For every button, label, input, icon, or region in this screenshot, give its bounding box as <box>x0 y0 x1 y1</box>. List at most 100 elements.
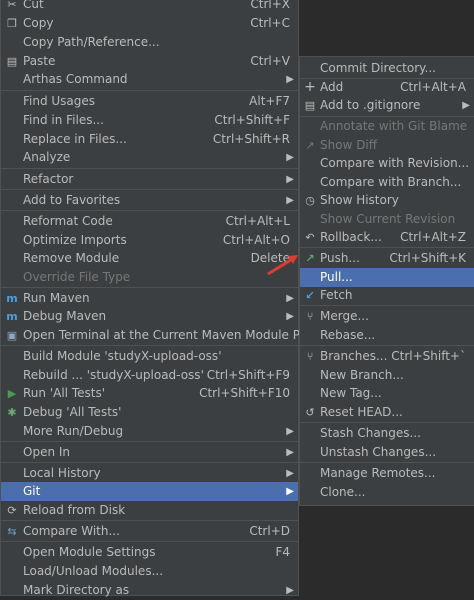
git-item-new-branch[interactable]: New Branch... <box>300 366 474 385</box>
menu-label: Show Diff <box>320 138 378 152</box>
shortcut: Ctrl+Alt+O <box>222 233 290 247</box>
menu-item-paste[interactable]: ▤ Paste Ctrl+V <box>1 52 298 71</box>
menu-item-find-in-files[interactable]: Find in Files... Ctrl+Shift+F <box>1 111 298 130</box>
menu-item-cut[interactable]: ✂ Cut Ctrl+X <box>1 0 298 14</box>
separator <box>1 168 298 169</box>
menu-item-reformat-code[interactable]: Reformat Code Ctrl+Alt+L <box>1 212 298 231</box>
menu-item-copy-path[interactable]: Copy Path/Reference... <box>1 33 298 52</box>
menu-item-load-unload-modules[interactable]: Load/Unload Modules... <box>1 562 298 581</box>
menu-item-remove-module[interactable]: Remove Module Delete <box>1 249 298 268</box>
menu-item-open-module-settings[interactable]: Open Module Settings F4 <box>1 543 298 562</box>
shortcut: F4 <box>275 545 290 559</box>
menu-label: Copy <box>23 16 54 30</box>
menu-label: Paste <box>23 54 56 68</box>
menu-label: Run Maven <box>23 291 90 305</box>
git-submenu: Commit Directory... + Add Ctrl+Alt+A ▤ A… <box>299 56 474 506</box>
git-item-show-history[interactable]: ◷ Show History <box>300 191 474 210</box>
git-item-fetch[interactable]: ↙ Fetch <box>300 286 474 305</box>
submenu-arrow-icon: ▶ <box>286 585 294 596</box>
menu-item-refactor[interactable]: Refactor ▶ <box>1 170 298 189</box>
menu-item-open-terminal-maven[interactable]: ▣ Open Terminal at the Current Maven Mod… <box>1 326 319 345</box>
separator <box>300 305 474 306</box>
menu-label: Pull... <box>320 270 353 284</box>
project-context-menu: ✂ Cut Ctrl+X ❐ Copy Ctrl+C Copy Path/Ref… <box>0 0 319 597</box>
separator <box>300 462 474 463</box>
menu-item-compare-with[interactable]: ⇆ Compare With... Ctrl+D <box>1 522 298 541</box>
menu-item-copy[interactable]: ❐ Copy Ctrl+C <box>1 14 298 33</box>
menu-item-add-to-favorites[interactable]: Add to Favorites ▶ <box>1 191 298 210</box>
menu-item-arthas-command[interactable]: Arthas Command ▶ <box>1 70 298 89</box>
git-item-manage-remotes[interactable]: Manage Remotes... <box>300 464 474 483</box>
menu-label: Find Usages <box>23 94 96 108</box>
shortcut: Ctrl+Shift+R <box>212 132 290 146</box>
git-item-merge[interactable]: ⑂ Merge... <box>300 307 474 326</box>
git-item-commit-directory[interactable]: Commit Directory... <box>300 59 474 78</box>
git-item-branches[interactable]: ⑂ Branches... Ctrl+Shift+` <box>300 347 474 366</box>
menu-label: Find in Files... <box>23 113 104 127</box>
compare-icon: ⇆ <box>7 525 17 538</box>
push-icon: ↗ <box>305 252 315 265</box>
git-item-reset-head[interactable]: ↺ Reset HEAD... <box>300 403 474 422</box>
menu-label: Reload from Disk <box>23 503 126 517</box>
menu-item-optimize-imports[interactable]: Optimize Imports Ctrl+Alt+O <box>1 231 298 250</box>
menu-label: Git <box>23 484 41 498</box>
git-item-compare-revision[interactable]: Compare with Revision... <box>300 154 474 173</box>
git-item-add-to-gitignore[interactable]: ▤ Add to .gitignore ▶ <box>300 96 474 115</box>
separator <box>1 462 298 463</box>
separator <box>1 520 298 521</box>
menu-item-build-module[interactable]: Build Module 'studyX-upload-oss' <box>1 347 298 366</box>
submenu-arrow-icon: ▶ <box>286 174 294 185</box>
git-item-push[interactable]: ↗ Push... Ctrl+Shift+K <box>300 249 474 268</box>
git-item-unstash[interactable]: Unstash Changes... <box>300 443 474 462</box>
reset-icon: ↺ <box>305 406 315 419</box>
menu-item-more-run-debug[interactable]: More Run/Debug ▶ <box>1 422 298 441</box>
menu-label: Arthas Command <box>23 72 128 86</box>
menu-label: More Run/Debug <box>23 424 124 438</box>
menu-label: Cut <box>23 0 44 11</box>
shortcut: Ctrl+Shift+` <box>391 349 466 363</box>
menu-item-debug-maven[interactable]: m Debug Maven ▶ <box>1 307 298 326</box>
menu-item-run-all-tests[interactable]: ▶ Run 'All Tests' Ctrl+Shift+F10 <box>1 384 298 403</box>
menu-item-local-history[interactable]: Local History ▶ <box>1 464 298 483</box>
menu-item-debug-all-tests[interactable]: ✱ Debug 'All Tests' <box>1 403 298 422</box>
git-item-pull[interactable]: Pull... <box>300 268 474 287</box>
git-item-rollback[interactable]: ↶ Rollback... Ctrl+Alt+Z <box>300 228 474 247</box>
git-item-new-tag[interactable]: New Tag... <box>300 384 474 403</box>
menu-label: Show Current Revision <box>320 212 456 226</box>
menu-label: Push... <box>320 251 360 265</box>
git-item-add[interactable]: + Add Ctrl+Alt+A <box>300 78 474 97</box>
menu-item-analyze[interactable]: Analyze ▶ <box>1 148 298 167</box>
shortcut: Ctrl+C <box>250 16 290 30</box>
rollback-icon: ↶ <box>305 231 315 244</box>
separator <box>300 422 474 423</box>
menu-label: Replace in Files... <box>23 132 127 146</box>
reload-icon: ⟳ <box>7 504 17 517</box>
menu-item-git[interactable]: Git ▶ <box>1 482 298 501</box>
plus-icon: + <box>304 79 316 95</box>
menu-label: Optimize Imports <box>23 233 127 247</box>
menu-item-open-in[interactable]: Open In ▶ <box>1 443 298 462</box>
git-item-show-diff: ↗ Show Diff <box>300 136 474 155</box>
menu-item-find-usages[interactable]: Find Usages Alt+F7 <box>1 92 298 111</box>
gitignore-icon: ▤ <box>304 99 316 112</box>
menu-label: Remove Module <box>23 251 120 265</box>
git-item-compare-branch[interactable]: Compare with Branch... <box>300 173 474 192</box>
git-item-rebase[interactable]: Rebase... <box>300 326 474 345</box>
menu-label: Refactor <box>23 172 74 186</box>
submenu-arrow-icon: ▶ <box>286 468 294 479</box>
shortcut: Ctrl+V <box>250 54 290 68</box>
menu-item-rebuild[interactable]: Rebuild ... 'studyX-upload-oss' Ctrl+Shi… <box>1 366 298 385</box>
menu-item-replace-in-files[interactable]: Replace in Files... Ctrl+Shift+R <box>1 130 298 149</box>
git-item-clone[interactable]: Clone... <box>300 483 474 502</box>
menu-label: Local History <box>23 466 101 480</box>
git-item-stash[interactable]: Stash Changes... <box>300 424 474 443</box>
menu-label: Analyze <box>23 150 71 164</box>
menu-item-mark-directory[interactable]: Mark Directory as ▶ <box>1 581 298 600</box>
separator <box>1 541 298 542</box>
submenu-arrow-icon: ▶ <box>286 293 294 304</box>
menu-item-reload-from-disk[interactable]: ⟳ Reload from Disk <box>1 501 298 520</box>
menu-label: Merge... <box>320 309 369 323</box>
menu-label: Compare with Branch... <box>320 175 462 189</box>
menu-label: Open Module Settings <box>23 545 156 559</box>
menu-item-run-maven[interactable]: m Run Maven ▶ <box>1 289 298 308</box>
